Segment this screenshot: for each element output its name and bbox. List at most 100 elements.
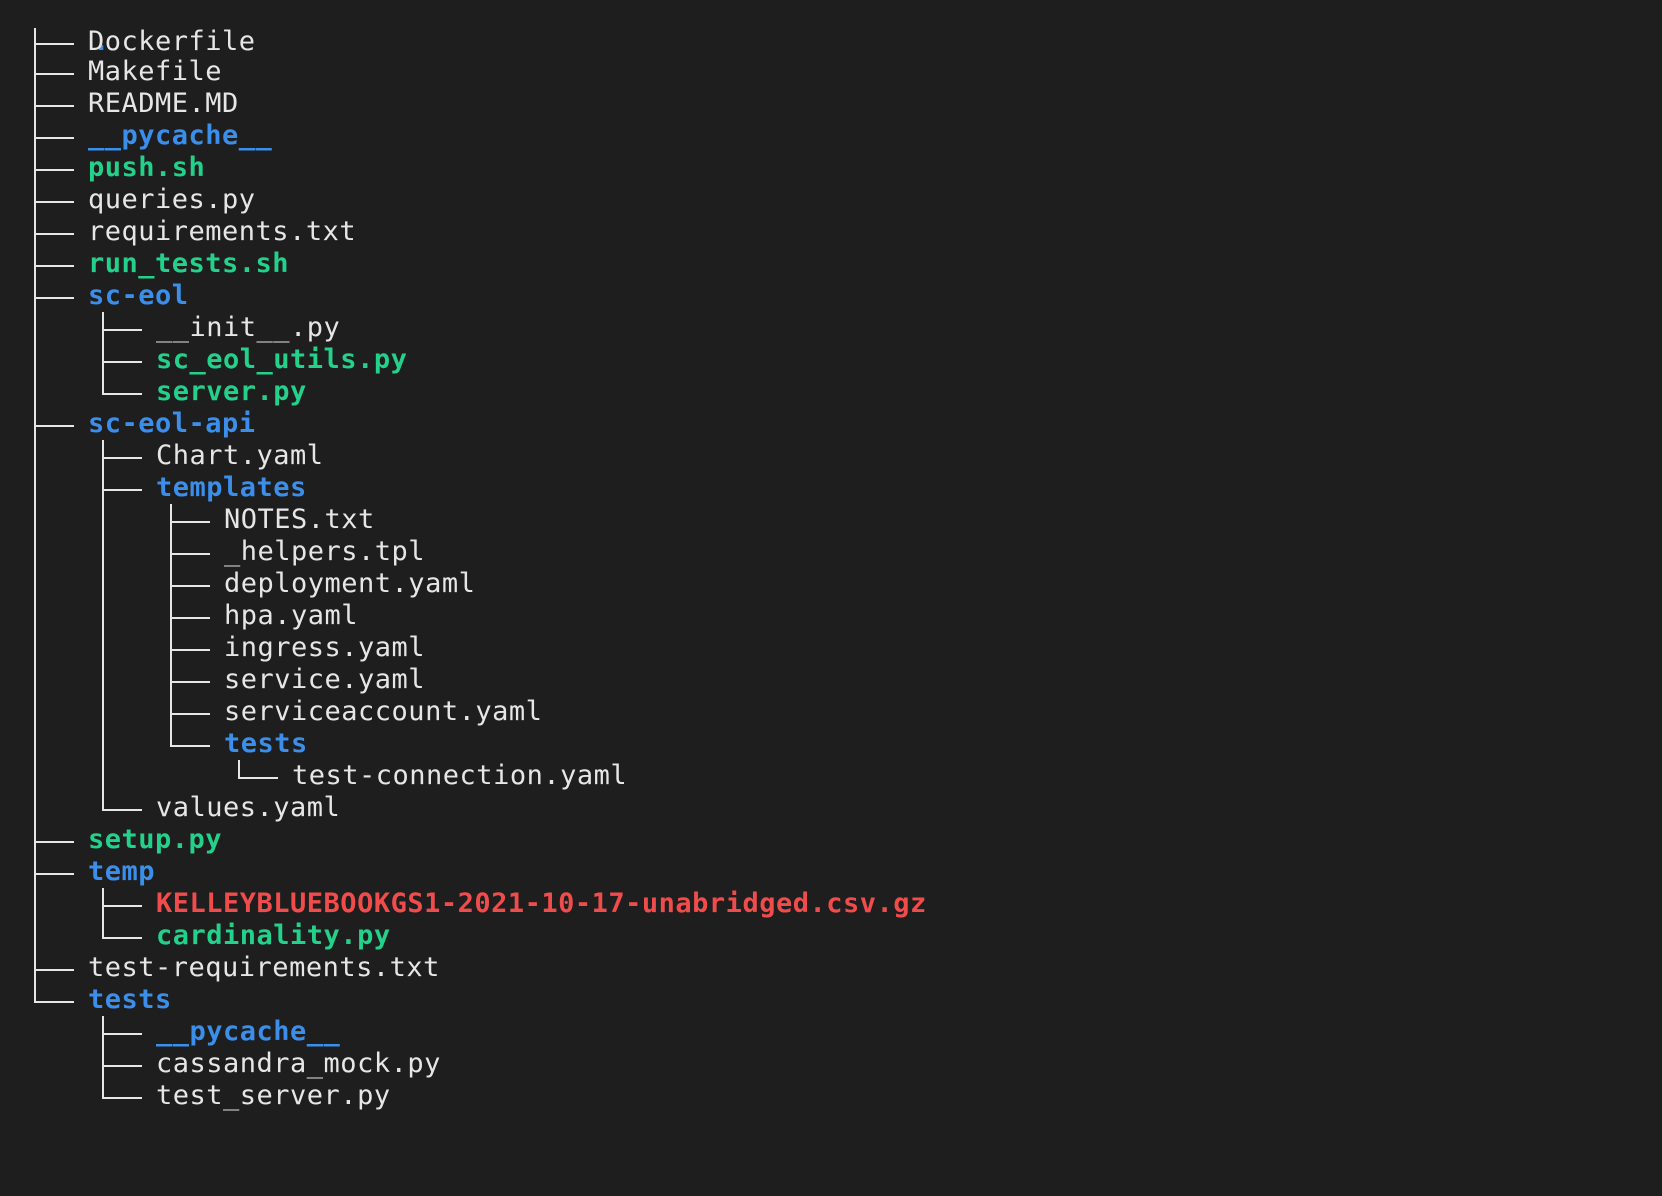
tree-connector-cont [28, 504, 96, 536]
tree-row: __init__.py [28, 312, 1638, 344]
tree-guides [28, 56, 96, 88]
file-name: server.py [156, 376, 307, 407]
file-tree: Dockerfile Makefile README.MD __pycache__ pu… [28, 28, 1638, 1112]
tree-row: test-requirements.txt [28, 952, 1638, 984]
tree-row: requirements.txt [28, 216, 1638, 248]
tree-connector-tee [28, 28, 96, 56]
tree-connector-last [96, 1080, 164, 1112]
file-name: test-requirements.txt [88, 952, 440, 983]
tree-connector-tee [164, 504, 232, 536]
directory-name: tests [224, 728, 308, 759]
tree-guides [28, 504, 232, 536]
tree-connector-cont [96, 760, 164, 792]
tree-connector-cont [96, 504, 164, 536]
directory-name: __pycache__ [156, 1016, 341, 1047]
tree-connector-tee [28, 952, 96, 984]
tree-connector-tee [28, 408, 96, 440]
tree-row: sc_eol_utils.py [28, 344, 1638, 376]
tree-connector-tee [164, 600, 232, 632]
tree-row: templates [28, 472, 1638, 504]
tree-guides [28, 216, 96, 248]
tree-row: hpa.yaml [28, 600, 1638, 632]
tree-row: KELLEYBLUEBOOKGS1-2021-10-17-unabridged.… [28, 888, 1638, 920]
tree-row: NOTES.txt [28, 504, 1638, 536]
file-name: sc_eol_utils.py [156, 344, 408, 375]
tree-connector-cont [96, 696, 164, 728]
file-name: hpa.yaml [224, 600, 359, 631]
tree-guides [28, 664, 232, 696]
tree-connector-tee [28, 216, 96, 248]
tree-row: values.yaml [28, 792, 1638, 824]
directory-name: sc-eol-api [88, 408, 256, 439]
tree-connector-tee [28, 280, 96, 312]
tree-connector-tee [28, 184, 96, 216]
tree-row: tests [28, 984, 1638, 1016]
tree-connector-cont [96, 632, 164, 664]
tree-guides [28, 600, 232, 632]
tree-row: run_tests.sh [28, 248, 1638, 280]
tree-connector-tee [28, 824, 96, 856]
tree-row: test_server.py [28, 1080, 1638, 1112]
tree-connector-last [232, 760, 300, 792]
tree-guides [28, 824, 96, 856]
tree-guides [28, 344, 164, 376]
tree-connector-blank [28, 1016, 96, 1048]
tree-row: deployment.yaml [28, 568, 1638, 600]
tree-guides [28, 696, 232, 728]
tree-row: Chart.yaml [28, 440, 1638, 472]
tree-connector-cont [96, 728, 164, 760]
file-name: setup.py [88, 824, 223, 855]
tree-guides [28, 888, 164, 920]
tree-connector-tee [164, 696, 232, 728]
tree-root-row: . [28, 0, 1638, 56]
tree-guides [28, 248, 96, 280]
tree-connector-cont [28, 760, 96, 792]
tree-connector-cont [28, 728, 96, 760]
file-name: README.MD [88, 88, 239, 119]
tree-guides [28, 472, 164, 504]
tree-connector-blank [164, 760, 232, 792]
tree-connector-cont [28, 600, 96, 632]
file-name: test_server.py [156, 1080, 391, 1111]
tree-guides [28, 1048, 164, 1080]
file-name: ingress.yaml [224, 632, 426, 663]
file-name: cassandra_mock.py [156, 1048, 441, 1079]
tree-row: serviceaccount.yaml [28, 696, 1638, 728]
file-name: cardinality.py [156, 920, 391, 951]
tree-guides [28, 184, 96, 216]
tree-connector-last [28, 984, 96, 1016]
tree-connector-tee [164, 568, 232, 600]
file-name: serviceaccount.yaml [224, 696, 543, 727]
tree-guides [28, 1080, 164, 1112]
tree-guides [28, 984, 96, 1016]
tree-row: __pycache__ [28, 1016, 1638, 1048]
tree-connector-tee [28, 120, 96, 152]
tree-row: tests [28, 728, 1638, 760]
tree-guides [28, 632, 232, 664]
file-name: Chart.yaml [156, 440, 324, 471]
tree-guides [28, 568, 232, 600]
tree-guides [28, 28, 96, 56]
tree-guides [28, 120, 96, 152]
tree-connector-cont [28, 632, 96, 664]
file-name: __init__.py [156, 312, 341, 343]
directory-name: tests [88, 984, 172, 1015]
tree-connector-tee [28, 248, 96, 280]
tree-connector-cont [28, 888, 96, 920]
directory-name: sc-eol [88, 280, 189, 311]
tree-connector-blank [28, 1080, 96, 1112]
tree-connector-cont [96, 664, 164, 696]
tree-guides [28, 792, 164, 824]
tree-row: sc-eol [28, 280, 1638, 312]
tree-connector-cont [28, 920, 96, 952]
file-name: service.yaml [224, 664, 426, 695]
tree-connector-tee [28, 152, 96, 184]
tree-guides [28, 376, 164, 408]
tree-row: service.yaml [28, 664, 1638, 696]
tree-connector-cont [28, 664, 96, 696]
tree-connector-tee [96, 344, 164, 376]
file-name: deployment.yaml [224, 568, 476, 599]
tree-row: setup.py [28, 824, 1638, 856]
directory-name: templates [156, 472, 307, 503]
file-name: queries.py [88, 184, 256, 215]
